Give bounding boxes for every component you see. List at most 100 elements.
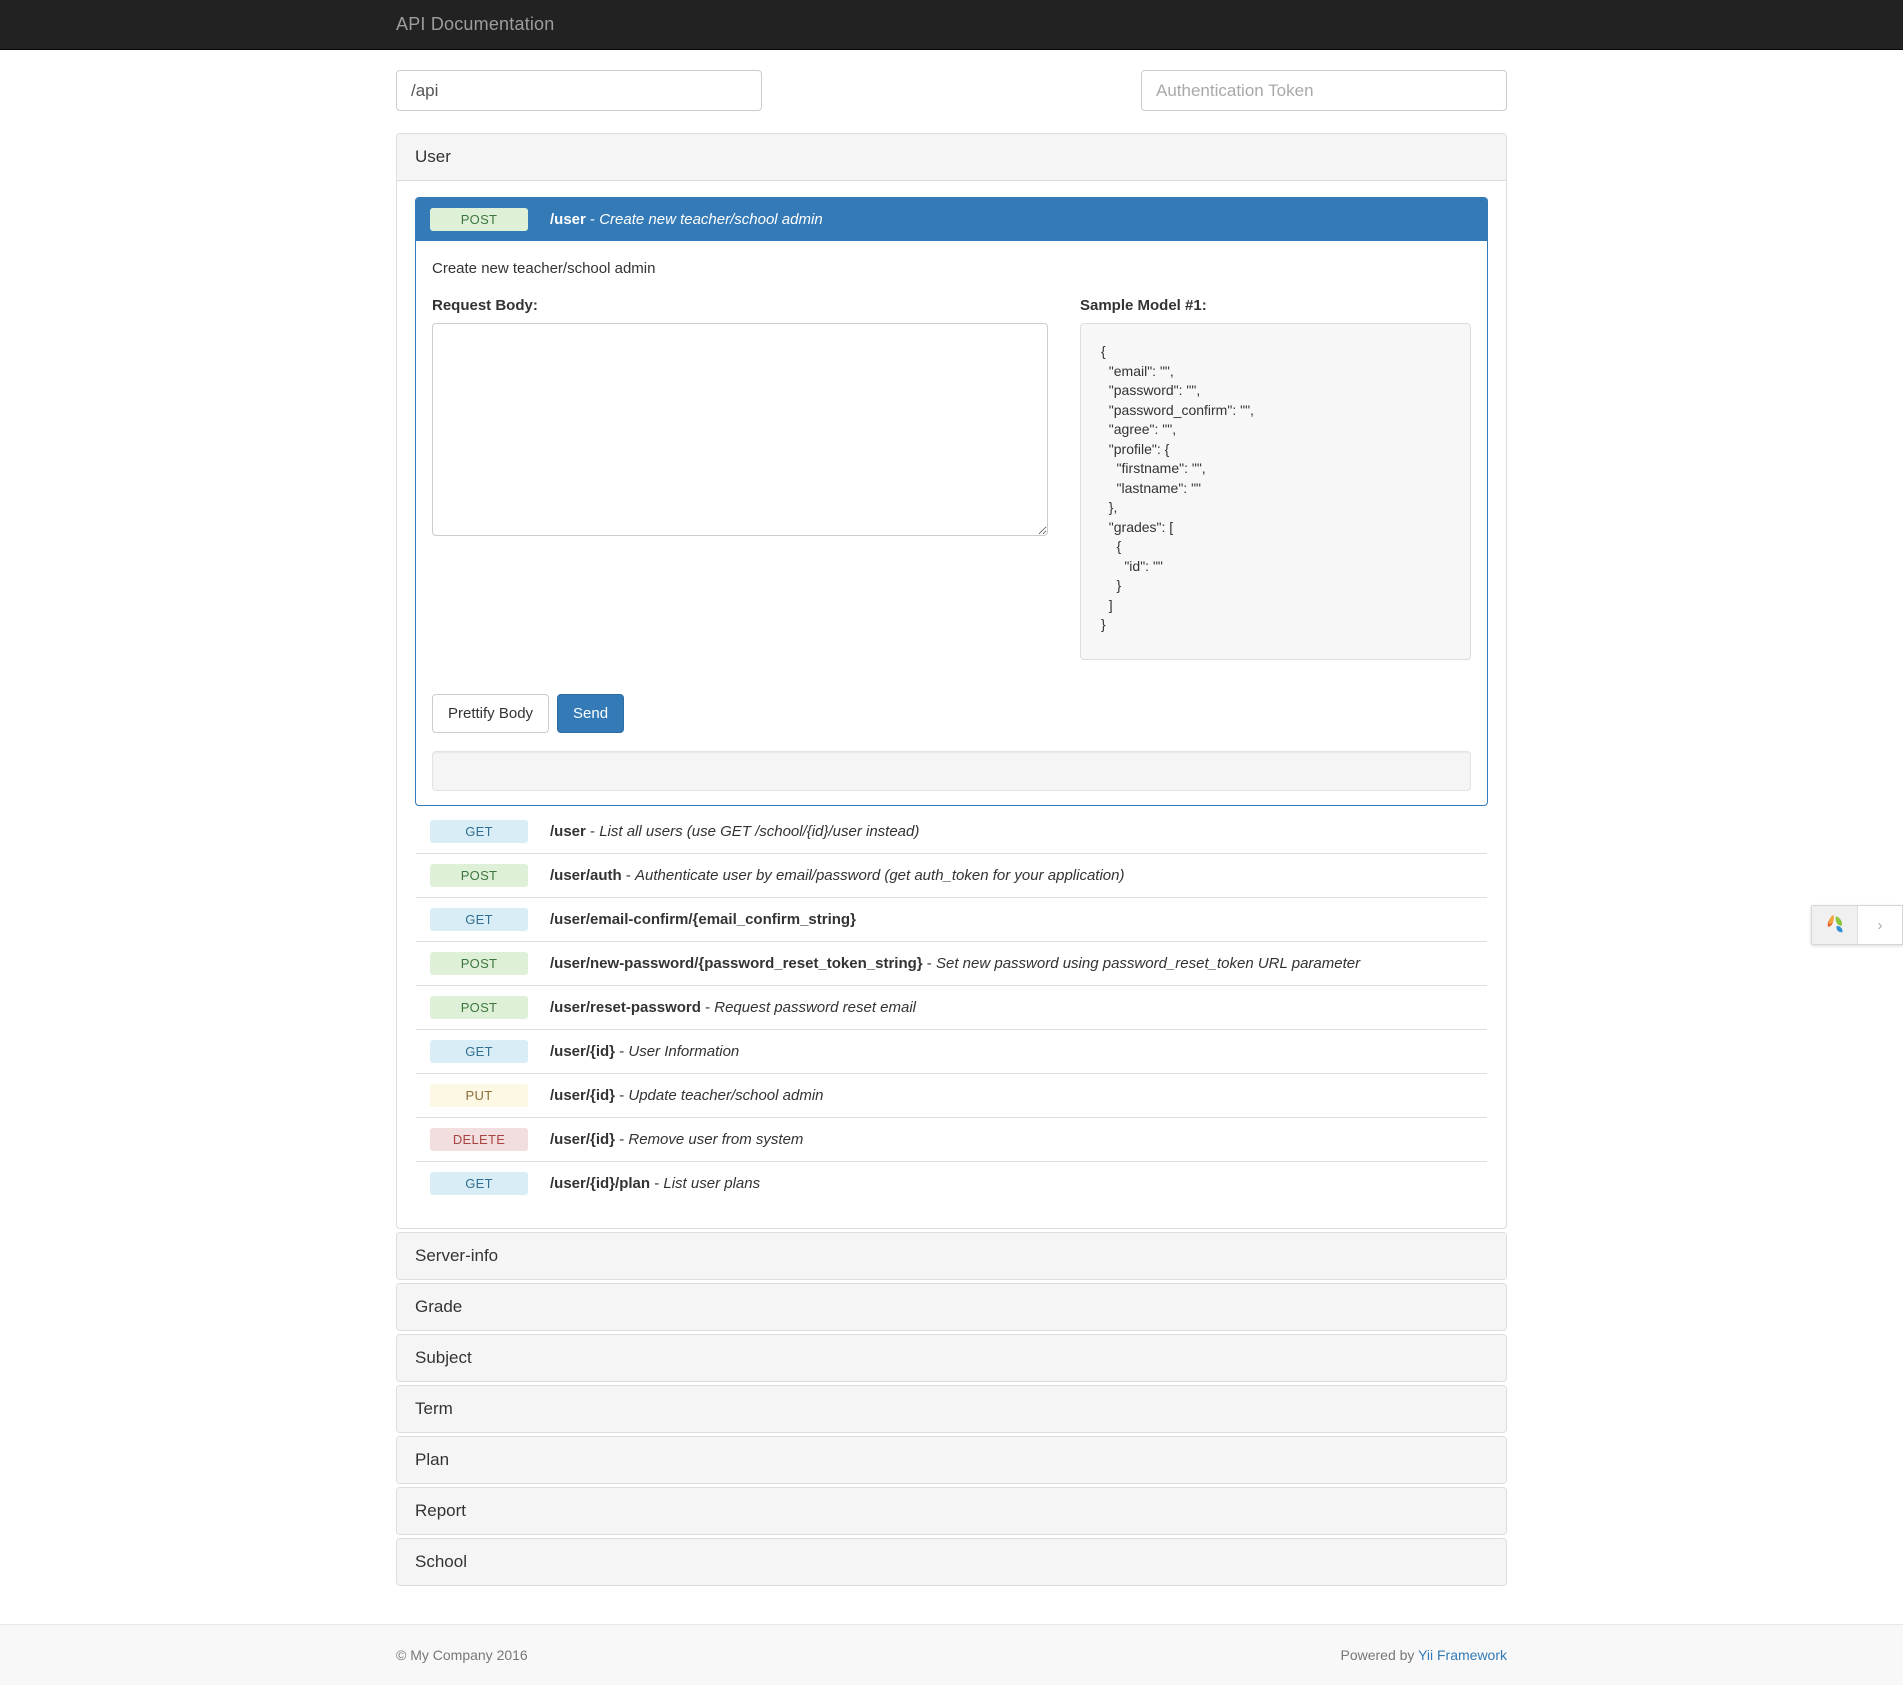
method-badge-post: POST (430, 208, 528, 231)
send-button[interactable]: Send (557, 694, 625, 733)
endpoint-path: /user/{id} (550, 1130, 616, 1148)
endpoint-signature: /user/{id} - Remove user from system (550, 1130, 803, 1150)
active-endpoint-signature: /user - Create new teacher/school admin (550, 210, 823, 230)
active-endpoint-path: /user (550, 210, 586, 228)
endpoint-summary: Remove user from system (628, 1130, 804, 1148)
endpoint-row[interactable]: GET /user/{id} - User Information (416, 1029, 1487, 1073)
prettify-body-button[interactable]: Prettify Body (432, 694, 550, 733)
section-panel-plan: Plan (396, 1436, 1507, 1484)
footer-powered-prefix: Powered by (1340, 1647, 1419, 1663)
active-endpoint-summary: Create new teacher/school admin (599, 210, 823, 228)
endpoint-row[interactable]: GET /user - List all users (use GET /sch… (416, 810, 1487, 853)
endpoint-signature: /user/{id} - User Information (550, 1042, 739, 1062)
action-button-row: Prettify Body Send (432, 694, 1471, 733)
request-body-label: Request Body: (432, 297, 538, 314)
navbar-inner: API Documentation (378, 14, 1525, 35)
request-body-column: Request Body: (432, 297, 1048, 660)
endpoint-summary: List user plans (663, 1174, 761, 1192)
method-badge-post: POST (430, 864, 528, 887)
endpoint-dash: - (615, 1086, 629, 1104)
endpoint-dash: - (700, 998, 715, 1016)
top-navbar: API Documentation (0, 0, 1903, 50)
topbar (396, 50, 1507, 125)
section-body-user: POST /user - Create new teacher/school a… (397, 181, 1506, 1228)
endpoint-signature: /user/{id}/plan - List user plans (550, 1174, 760, 1194)
endpoint-path: /user/email-confirm/{email_confirm_strin… (550, 910, 856, 928)
section-title-subject: Subject (415, 1348, 472, 1367)
section-header-report[interactable]: Report (397, 1488, 1506, 1534)
endpoint-dash: - (922, 954, 936, 972)
endpoint-dash: - (621, 866, 636, 884)
endpoint-dash: - (585, 822, 600, 840)
endpoint-row[interactable]: GET /user/email-confirm/{email_confirm_s… (416, 897, 1487, 941)
endpoint-row[interactable]: PUT /user/{id} - Update teacher/school a… (416, 1073, 1487, 1117)
footer-inner: © My Company 2016 Powered by Yii Framewo… (378, 1647, 1525, 1663)
footer-copyright: © My Company 2016 (396, 1647, 528, 1663)
endpoint-summary: Authenticate user by email/password (get… (635, 866, 1125, 884)
main-container: User POST /user - Create new teacher/sch… (378, 50, 1525, 1685)
endpoint-dash: - (650, 1174, 664, 1192)
section-header-grade[interactable]: Grade (397, 1284, 1506, 1330)
endpoint-path: /user/{id} (550, 1042, 616, 1060)
section-title-school: School (415, 1552, 467, 1571)
section-header-term[interactable]: Term (397, 1386, 1506, 1432)
endpoint-accordion: User POST /user - Create new teacher/sch… (396, 133, 1507, 1586)
section-panel-term: Term (396, 1385, 1507, 1433)
section-panel-grade: Grade (396, 1283, 1507, 1331)
section-header-user[interactable]: User (397, 134, 1506, 181)
endpoint-path: /user/new-password/{password_reset_token… (550, 954, 923, 972)
endpoint-row[interactable]: GET /user/{id}/plan - List user plans (416, 1161, 1487, 1205)
endpoint-signature: /user/email-confirm/{email_confirm_strin… (550, 910, 856, 930)
endpoint-summary: User Information (628, 1042, 740, 1060)
endpoint-row[interactable]: POST /user/auth - Authenticate user by e… (416, 853, 1487, 897)
endpoint-signature: /user/auth - Authenticate user by email/… (550, 866, 1124, 886)
section-panel-user: User POST /user - Create new teacher/sch… (396, 133, 1507, 1229)
sample-model-label: Sample Model #1: (1080, 297, 1207, 314)
active-endpoint-card: POST /user - Create new teacher/school a… (415, 197, 1488, 806)
section-panel-subject: Subject (396, 1334, 1507, 1382)
endpoint-row[interactable]: POST /user/reset-password - Request pass… (416, 985, 1487, 1029)
active-endpoint-body: Create new teacher/school admin Request … (416, 241, 1487, 805)
yii-leaf-logo-icon (1827, 914, 1842, 933)
debug-toolbar-expand-button[interactable]: › (1857, 906, 1902, 944)
endpoint-dash: - (615, 1042, 629, 1060)
section-header-plan[interactable]: Plan (397, 1437, 1506, 1483)
section-title-term: Term (415, 1399, 453, 1418)
section-header-school[interactable]: School (397, 1539, 1506, 1585)
endpoint-signature: /user/{id} - Update teacher/school admin (550, 1086, 824, 1106)
section-title-report: Report (415, 1501, 467, 1520)
request-body-textarea[interactable] (432, 323, 1048, 536)
endpoint-columns: Request Body: Sample Model #1: { "email"… (432, 297, 1471, 660)
response-output-box (432, 751, 1471, 791)
yii-framework-link[interactable]: Yii Framework (1418, 1647, 1507, 1663)
method-badge-get: GET (430, 820, 528, 843)
endpoint-row[interactable]: POST /user/new-password/{password_reset_… (416, 941, 1487, 985)
method-badge-get: GET (430, 908, 528, 931)
endpoint-list: GET /user - List all users (use GET /sch… (415, 810, 1488, 1206)
endpoint-signature: /user - List all users (use GET /school/… (550, 822, 919, 842)
sample-model-json: { "email": "", "password": "", "password… (1080, 323, 1471, 660)
auth-token-input[interactable] (1141, 70, 1507, 111)
section-title-server-info: Server-info (415, 1246, 499, 1265)
endpoint-signature: /user/reset-password - Request password … (550, 998, 916, 1018)
endpoint-description: Create new teacher/school admin (432, 260, 656, 277)
endpoint-path: /user/{id} (550, 1086, 616, 1104)
endpoint-path: /user (550, 822, 586, 840)
endpoint-summary: Update teacher/school admin (628, 1086, 824, 1104)
endpoint-row[interactable]: DELETE /user/{id} - Remove user from sys… (416, 1117, 1487, 1161)
endpoint-signature: /user/new-password/{password_reset_token… (550, 954, 1360, 974)
endpoint-summary: Set new password using password_reset_to… (935, 954, 1361, 972)
method-badge-post: POST (430, 996, 528, 1019)
method-badge-get: GET (430, 1040, 528, 1063)
active-endpoint-header[interactable]: POST /user - Create new teacher/school a… (416, 198, 1487, 241)
section-header-server-info[interactable]: Server-info (397, 1233, 1506, 1279)
section-title-plan: Plan (415, 1450, 450, 1469)
yii-leaf-logo-button[interactable] (1812, 906, 1857, 944)
active-endpoint-dash: - (585, 210, 600, 228)
section-header-subject[interactable]: Subject (397, 1335, 1506, 1381)
debug-toolbar-widget: › (1811, 905, 1903, 945)
sample-model-column: Sample Model #1: { "email": "", "passwor… (1080, 297, 1471, 660)
app-brand-title: API Documentation (396, 14, 555, 34)
base-path-input[interactable] (396, 70, 762, 111)
endpoint-summary: List all users (use GET /school/{id}/use… (599, 822, 920, 840)
